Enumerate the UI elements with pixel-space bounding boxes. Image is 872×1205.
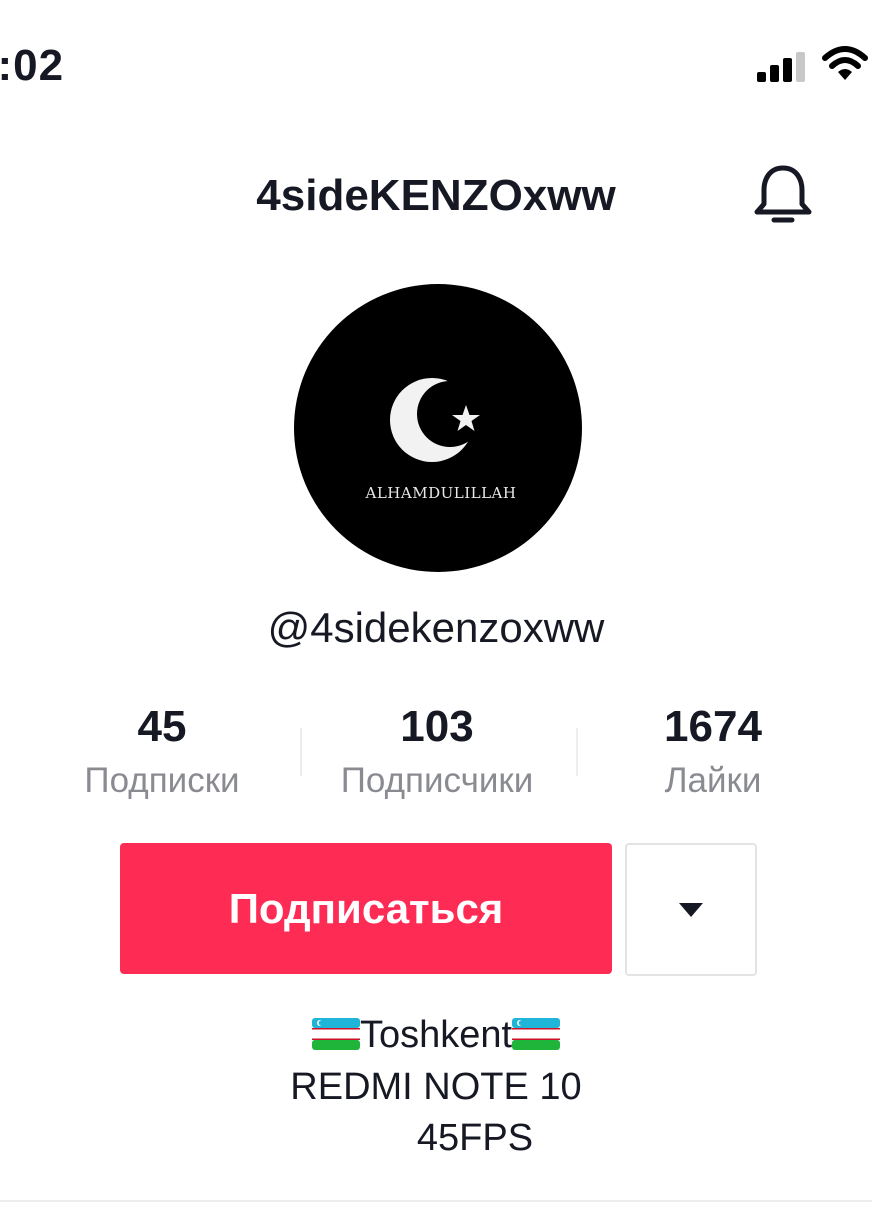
bio-line-location: Toshkent (0, 1010, 872, 1060)
followers-label: Подписчики (340, 761, 534, 800)
status-time: 9:02 (0, 41, 65, 90)
following-count: 45 (137, 702, 187, 751)
wifi-icon (822, 46, 868, 80)
stat-divider (576, 728, 578, 776)
bell-icon[interactable] (752, 162, 814, 228)
page-title: 4sideKENZOxww (256, 171, 616, 220)
stat-following[interactable]: 45 Подписки (60, 700, 264, 806)
bio-location-text: Toshkent (359, 1014, 513, 1056)
avatar-caption: ALHAMDULILLAH (365, 484, 517, 502)
crescent-star-icon (390, 378, 480, 462)
caret-down-icon (679, 902, 703, 917)
likes-label: Лайки (664, 761, 762, 800)
stat-likes[interactable]: 1674 Лайки (630, 700, 796, 806)
follow-button[interactable]: Подписаться (120, 843, 612, 974)
suggested-accounts-button[interactable] (625, 843, 757, 976)
likes-count: 1674 (664, 702, 762, 751)
following-label: Подписки (84, 761, 240, 800)
uzbekistan-flag-icon (311, 1017, 360, 1050)
avatar[interactable]: ALHAMDULILLAH (294, 284, 582, 572)
uzbekistan-flag-icon (512, 1017, 561, 1050)
stat-followers[interactable]: 103 Подписчики (318, 700, 556, 806)
username: @4sidekenzoxww (267, 604, 605, 651)
stat-divider (300, 728, 302, 776)
followers-count: 103 (400, 702, 474, 751)
bio-line-device: REDMI NOTE 10 (290, 1066, 582, 1108)
bio-line-fps: 45FPS (416, 1117, 534, 1159)
signal-icon (757, 52, 805, 82)
section-divider (0, 1200, 872, 1202)
